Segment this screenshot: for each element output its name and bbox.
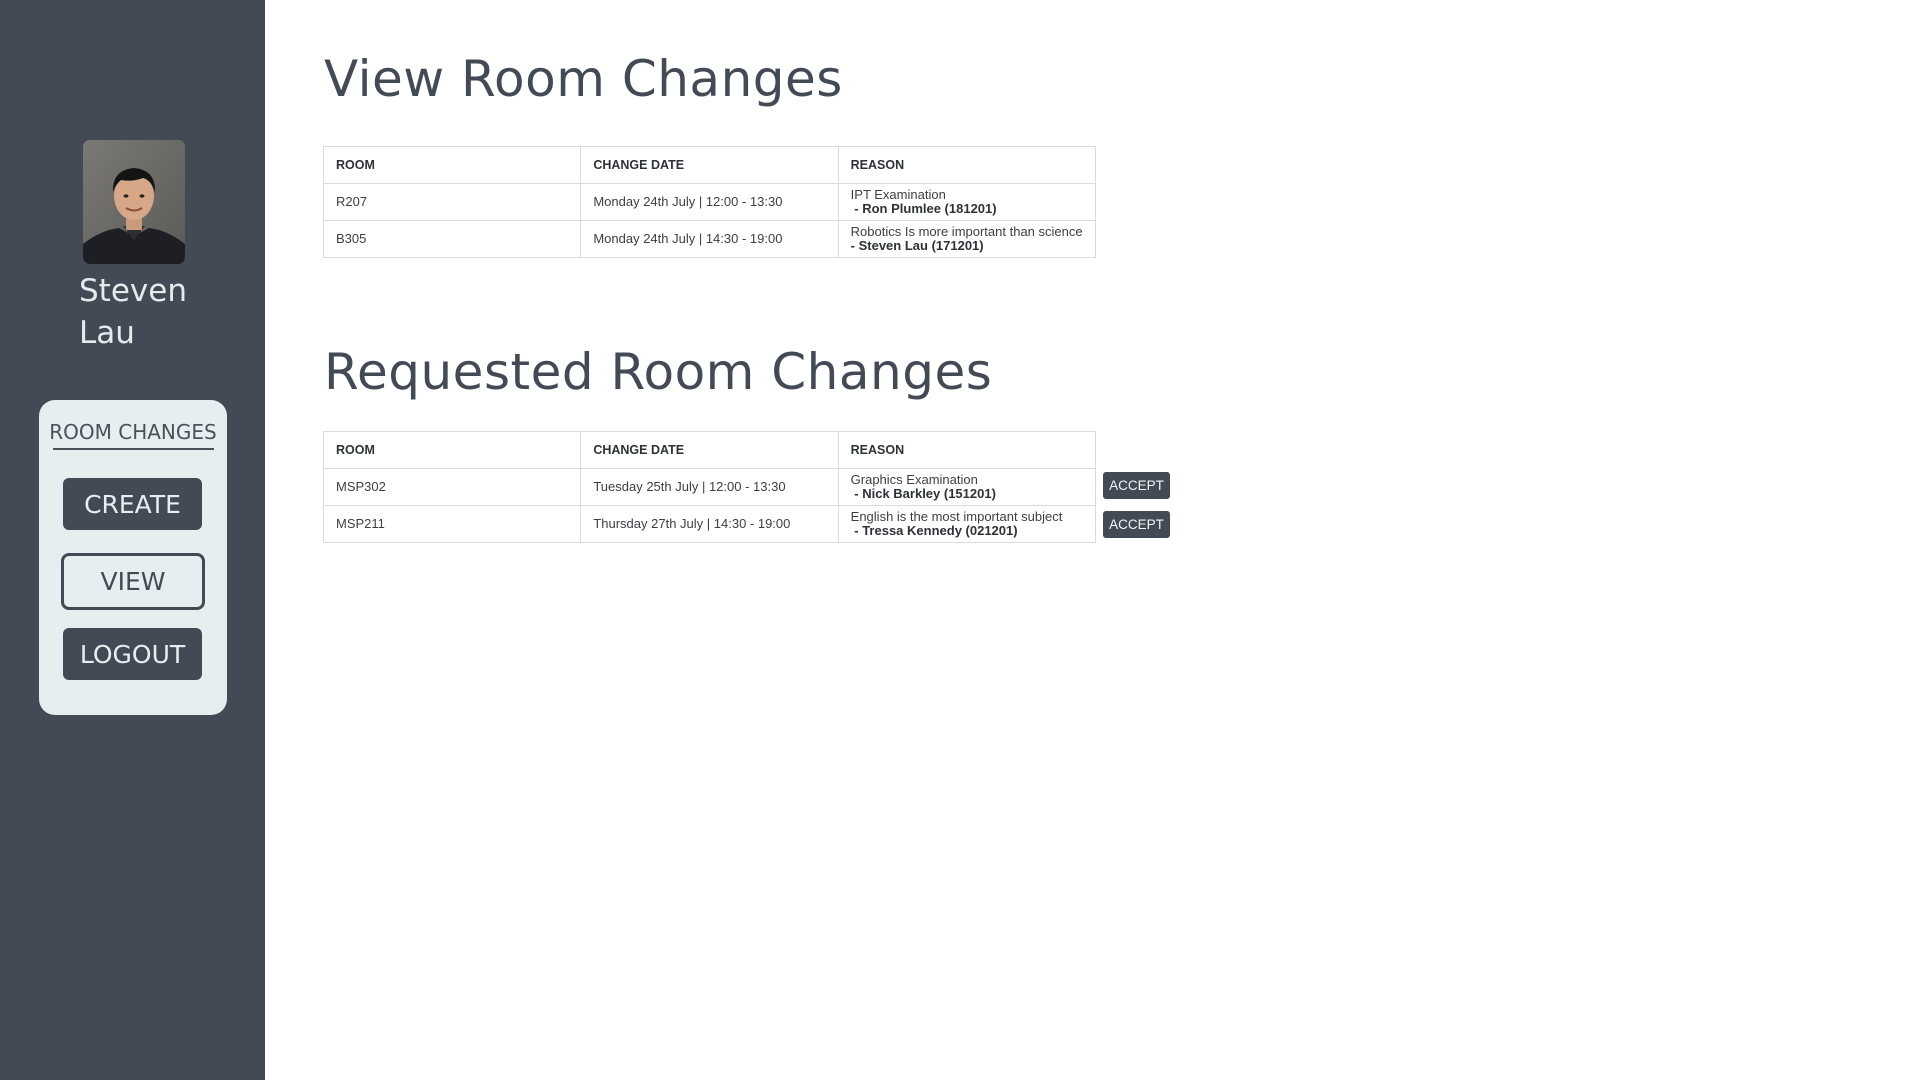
user-name: Steven Lau [79, 273, 187, 351]
reason-text: IPT Examination [850, 187, 946, 202]
logout-button[interactable]: LOGOUT [63, 628, 202, 680]
create-button[interactable]: CREATE [63, 478, 202, 530]
change-date-cell: Monday 24th July | 12:00 - 13:30 [580, 183, 839, 221]
reason-cell: IPT Examination - Ron Plumlee (181201) [837, 183, 1097, 221]
requester-name: - Nick Barkley (151201) [850, 486, 996, 501]
table-header-row: ROOM CHANGE DATE REASON [322, 431, 1097, 469]
column-header-room: ROOM [322, 431, 582, 469]
requester-name: - Tressa Kennedy (021201) [850, 523, 1018, 538]
table-row: MSP211 Thursday 27th July | 14:30 - 19:0… [322, 505, 1097, 543]
change-date-cell: Thursday 27th July | 14:30 - 19:00 [580, 505, 839, 543]
column-header-change-date: CHANGE DATE [580, 146, 839, 184]
change-date-cell: Tuesday 25th July | 12:00 - 13:30 [580, 468, 839, 506]
main-content: View Room Changes ROOM CHANGE DATE REASO… [265, 0, 1920, 1080]
requester-name: - Ron Plumlee (181201) [850, 201, 997, 216]
column-header-change-date: CHANGE DATE [580, 431, 839, 469]
table-row: R207 Monday 24th July | 12:00 - 13:30 IP… [322, 183, 1097, 221]
column-header-room: ROOM [322, 146, 582, 184]
table-header-row: ROOM CHANGE DATE REASON [322, 146, 1097, 184]
reason-cell: English is the most important subject - … [837, 505, 1097, 543]
column-header-reason: REASON [837, 146, 1097, 184]
nav-heading-underline [53, 448, 214, 450]
nav-card: ROOM CHANGES CREATE VIEW LOGOUT [39, 400, 227, 715]
requested-room-changes-title: Requested Room Changes [324, 343, 993, 401]
room-cell: R207 [322, 183, 582, 221]
reason-cell: Graphics Examination - Nick Barkley (151… [837, 468, 1097, 506]
requester-name: - Steven Lau (171201) [850, 238, 984, 253]
accept-button[interactable]: ACCEPT [1103, 511, 1170, 538]
room-cell: B305 [322, 220, 582, 258]
reason-text: Robotics Is more important than science [850, 224, 1083, 239]
reason-cell: Robotics Is more important than science … [837, 220, 1097, 258]
view-button[interactable]: VIEW [61, 553, 205, 610]
view-room-changes-title: View Room Changes [324, 50, 843, 108]
reason-text: Graphics Examination [850, 472, 978, 487]
change-date-cell: Monday 24th July | 14:30 - 19:00 [580, 220, 839, 258]
sidebar: Steven Lau ROOM CHANGES CREATE VIEW LOGO… [0, 0, 265, 1080]
table-row: B305 Monday 24th July | 14:30 - 19:00 Ro… [322, 220, 1097, 258]
profile-photo-icon [83, 140, 185, 264]
reason-text: English is the most important subject [850, 509, 1063, 524]
accept-button[interactable]: ACCEPT [1103, 472, 1170, 499]
avatar [83, 140, 185, 264]
table-row: MSP302 Tuesday 25th July | 12:00 - 13:30… [322, 468, 1097, 506]
view-room-changes-table: ROOM CHANGE DATE REASON R207 Monday 24th… [322, 146, 1097, 258]
room-cell: MSP302 [322, 468, 582, 506]
column-header-reason: REASON [837, 431, 1097, 469]
nav-heading: ROOM CHANGES [49, 420, 217, 444]
room-cell: MSP211 [322, 505, 582, 543]
requested-room-changes-table: ROOM CHANGE DATE REASON MSP302 Tuesday 2… [322, 431, 1097, 543]
